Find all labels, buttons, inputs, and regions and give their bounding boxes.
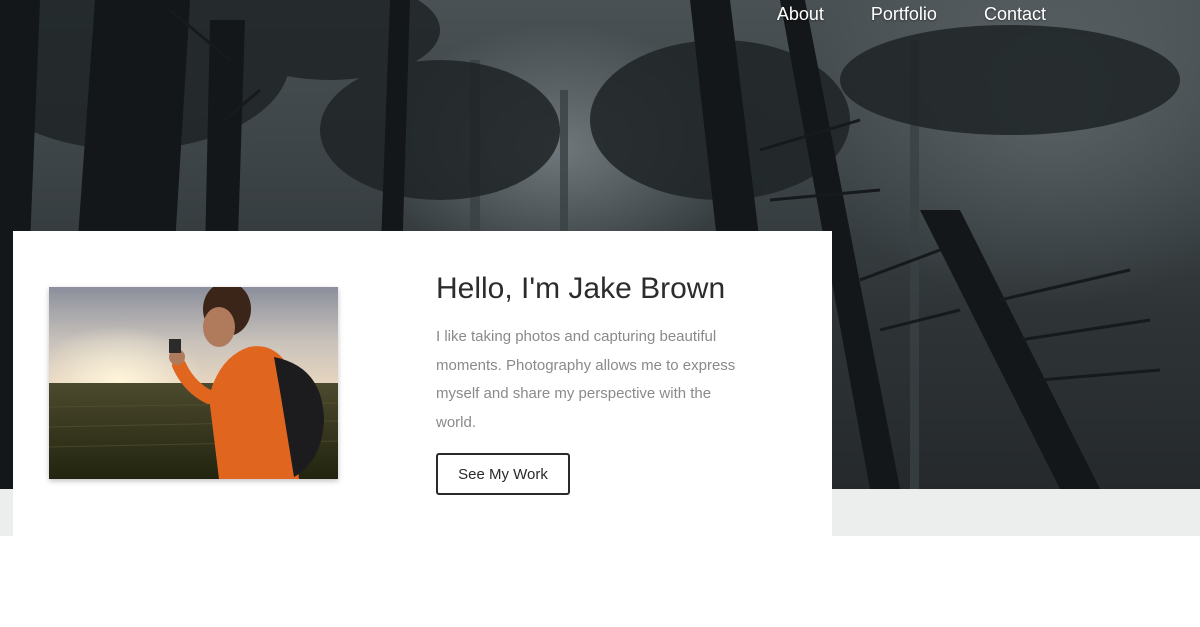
nav-link-portfolio[interactable]: Portfolio bbox=[871, 0, 937, 28]
intro-description: I like taking photos and capturing beaut… bbox=[436, 328, 736, 431]
see-my-work-button[interactable]: See My Work bbox=[436, 453, 570, 495]
intro-heading: Hello, I'm Jake Brown bbox=[436, 272, 726, 305]
main-nav: About Portfolio Contact bbox=[777, 0, 1046, 28]
nav-link-about[interactable]: About bbox=[777, 0, 824, 28]
profile-photo bbox=[49, 287, 338, 479]
intro-card: Hello, I'm Jake Brown I like taking phot… bbox=[13, 231, 832, 536]
nav-link-contact[interactable]: Contact bbox=[984, 0, 1046, 28]
